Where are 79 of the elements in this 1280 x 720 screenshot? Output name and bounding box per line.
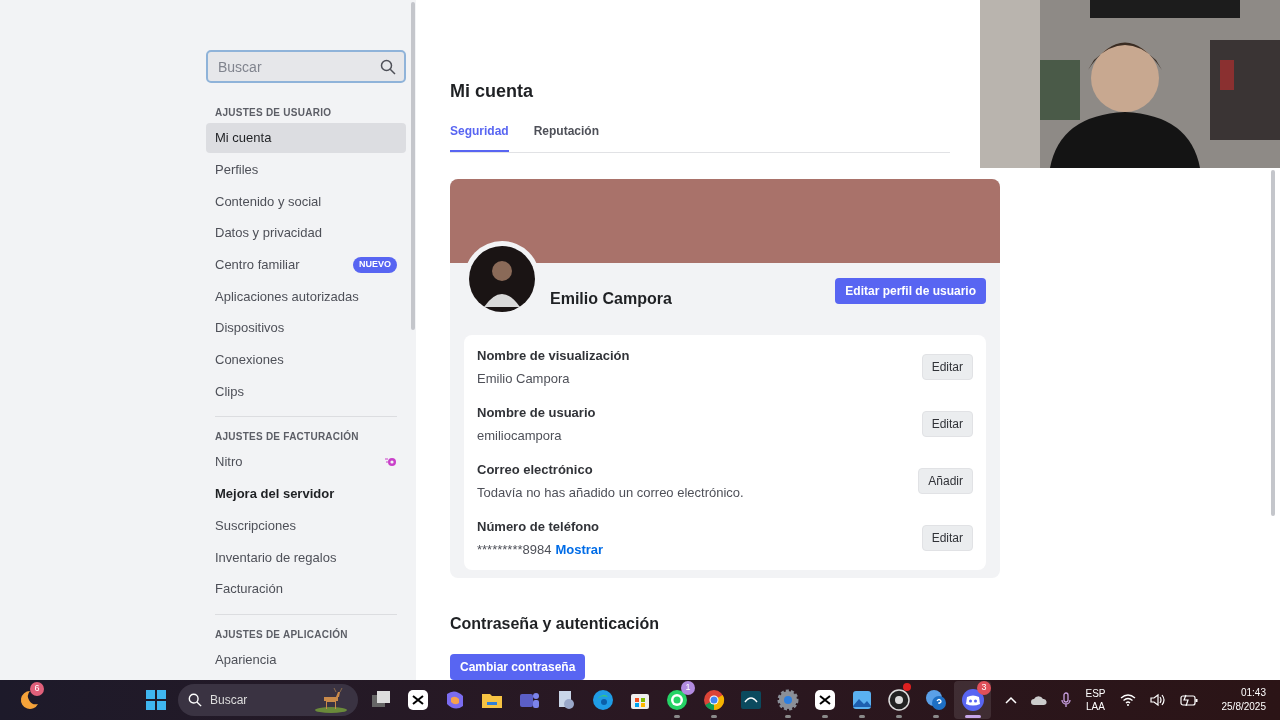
round-browser-icon bbox=[701, 688, 726, 712]
sidebar-item[interactable]: Clips bbox=[206, 376, 406, 407]
field-label: Número de teléfono bbox=[477, 517, 601, 536]
sidebar-item[interactable]: Perfiles bbox=[206, 154, 406, 185]
page-title: Mi cuenta bbox=[450, 80, 534, 102]
running-indicator bbox=[858, 715, 865, 718]
windows-logo-icon bbox=[143, 688, 168, 712]
clock-date[interactable]: 25/8/2025 bbox=[1221, 700, 1266, 714]
notification-badge: 3 bbox=[977, 681, 991, 695]
notification-badge: 6 bbox=[30, 682, 44, 696]
field-value: *********8984 bbox=[477, 541, 552, 559]
streaming-app-icon bbox=[738, 688, 763, 712]
running-indicator bbox=[784, 715, 791, 718]
field-edit-button[interactable]: Editar bbox=[921, 354, 973, 380]
running-indicator bbox=[964, 715, 981, 718]
search-icon bbox=[380, 59, 396, 75]
gear-icon bbox=[775, 688, 800, 712]
sidebar-item[interactable]: Facturación bbox=[206, 573, 406, 604]
sidebar-item[interactable]: Mi cuenta bbox=[206, 123, 406, 153]
chevron-up-icon[interactable] bbox=[1005, 696, 1018, 704]
chat-bubble-phone-icon bbox=[664, 688, 689, 712]
tab[interactable]: Seguridad bbox=[450, 122, 509, 152]
field-label: Correo electrónico bbox=[477, 460, 594, 479]
running-indicator bbox=[895, 715, 902, 718]
field-value: Emilio Campora bbox=[477, 370, 570, 388]
field-edit-button[interactable]: Editar bbox=[921, 411, 973, 437]
field-label: Nombre de usuario bbox=[477, 403, 596, 422]
running-indicator bbox=[932, 715, 939, 718]
deer-icon bbox=[314, 687, 348, 713]
sidebar-item[interactable]: Dispositivos bbox=[206, 313, 406, 344]
running-indicator bbox=[821, 715, 828, 718]
scrollbar[interactable] bbox=[411, 2, 415, 330]
nitro-icon bbox=[385, 457, 397, 468]
section-heading: AJUSTES DE FACTURACIÓN bbox=[214, 429, 360, 444]
sidebar-item[interactable]: Suscripciones bbox=[206, 510, 406, 541]
wave-browser-icon bbox=[590, 688, 615, 712]
question-bubble-icon bbox=[923, 688, 948, 712]
sidebar-item[interactable]: Datos y privacidad bbox=[206, 218, 406, 249]
scrollbar[interactable] bbox=[1271, 170, 1275, 516]
user-name: Emilio Campora bbox=[550, 289, 672, 309]
edit-profile-button[interactable]: Editar perfil de usuario bbox=[835, 278, 986, 304]
game-controller-face-icon bbox=[960, 688, 985, 712]
section-heading: AJUSTES DE USUARIO bbox=[214, 106, 333, 119]
record-disc-icon bbox=[886, 688, 911, 712]
section-title: Contraseña y autenticación bbox=[450, 614, 660, 635]
sidebar-item[interactable]: Contenido y social bbox=[206, 186, 406, 217]
speaker-icon[interactable] bbox=[1149, 693, 1166, 707]
field-edit-button[interactable]: Editar bbox=[921, 525, 973, 551]
search-icon bbox=[188, 693, 202, 707]
sidebar-item[interactable]: Nitro bbox=[215, 452, 243, 472]
notification-badge: 1 bbox=[681, 681, 695, 695]
field-value: emiliocampora bbox=[477, 427, 562, 445]
battery-charging-icon[interactable] bbox=[1179, 694, 1198, 706]
sidebar-item[interactable]: Mejora del servidor bbox=[206, 478, 406, 509]
language-code: ESP bbox=[1085, 687, 1106, 700]
sidebar-item[interactable]: Conexiones bbox=[206, 344, 406, 375]
clock-time[interactable]: 01:43 bbox=[1240, 686, 1266, 700]
change-password-button[interactable]: Cambiar contraseña bbox=[450, 654, 586, 680]
search-field[interactable]: Buscar bbox=[206, 50, 406, 83]
cloud-icon[interactable] bbox=[1031, 695, 1048, 705]
sidebar-item[interactable]: Centro familiar bbox=[215, 255, 300, 275]
search-placeholder: Buscar bbox=[210, 692, 249, 709]
taskbar-app[interactable]: 3 bbox=[954, 681, 991, 719]
sidebar-item[interactable]: Inventario de regalos bbox=[206, 542, 406, 573]
microphone-icon[interactable] bbox=[1061, 692, 1072, 708]
running-indicator bbox=[710, 715, 717, 718]
field-edit-button[interactable]: Añadir bbox=[918, 468, 973, 494]
new-badge: NUEVO bbox=[353, 257, 397, 273]
tab[interactable]: Reputación bbox=[533, 122, 600, 152]
field-label: Nombre de visualización bbox=[477, 346, 630, 365]
sidebar-item[interactable]: Apariencia bbox=[206, 644, 406, 675]
language-code: LAA bbox=[1086, 700, 1105, 713]
running-indicator bbox=[673, 715, 680, 718]
taskbar-search-field[interactable]: Buscar bbox=[178, 684, 358, 716]
sidebar-item[interactable]: Aplicaciones autorizadas bbox=[206, 281, 406, 312]
section-heading: AJUSTES DE APLICACIÓN bbox=[214, 627, 349, 641]
field-value: Todavía no has añadido un correo electrónico. bbox=[477, 484, 744, 502]
show-link[interactable]: Mostrar bbox=[555, 540, 604, 560]
wifi-icon[interactable] bbox=[1119, 694, 1136, 706]
